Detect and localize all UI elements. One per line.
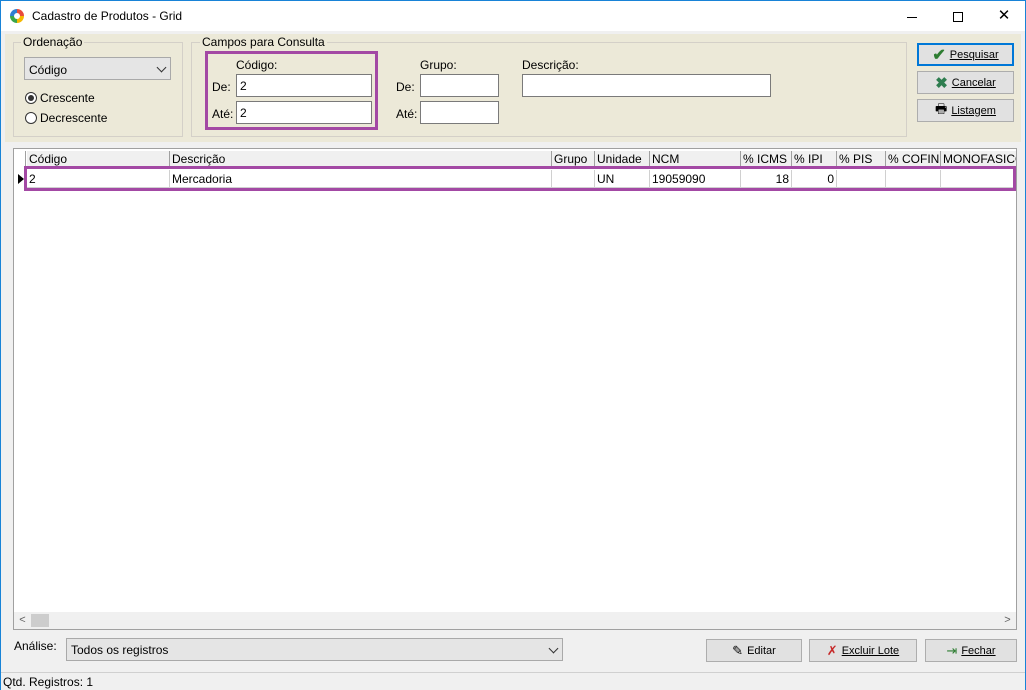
window-title: Cadastro de Produtos - Grid (32, 9, 183, 23)
main-window: Cadastro de Produtos - Grid ✕ Ordenação … (0, 0, 1026, 690)
grupo-ate-label: Até: (396, 107, 418, 121)
row-highlight (24, 166, 1016, 191)
title-bar: Cadastro de Produtos - Grid ✕ (1, 1, 1025, 31)
grupo-de-label: De: (396, 80, 415, 94)
col-header-cofins[interactable]: % COFIN (886, 151, 941, 167)
record-count: Qtd. Registros: 1 (3, 675, 94, 689)
chevron-down-icon (548, 643, 559, 654)
radio-crescente[interactable]: Crescente (25, 91, 95, 105)
col-header-codigo[interactable]: Código (27, 151, 170, 167)
analise-selected: Todos os registros (71, 643, 169, 657)
col-header-descricao[interactable]: Descrição (170, 151, 552, 167)
edit-icon: ✎ (732, 642, 744, 658)
ordenacao-select[interactable]: Código (24, 57, 171, 80)
listagem-button[interactable]: 🖶 Listagem (917, 99, 1014, 122)
status-bar: Qtd. Registros: 1 (1, 672, 1025, 690)
analise-label: Análise: (14, 639, 57, 653)
ordenacao-title: Ordenação (21, 35, 85, 49)
scroll-left-icon[interactable]: < (14, 613, 31, 628)
col-header-ncm[interactable]: NCM (650, 151, 741, 167)
grupo-de-input[interactable] (420, 74, 499, 97)
excluir-lote-button[interactable]: ✗ Excluir Lote (809, 639, 917, 662)
consulta-title: Campos para Consulta (200, 35, 327, 49)
excluir-lote-label: Excluir Lote (841, 644, 900, 657)
descricao-input[interactable] (522, 74, 771, 97)
close-icon: ✕ (997, 7, 1011, 24)
col-header-unidade[interactable]: Unidade (595, 151, 650, 167)
col-header-grupo[interactable]: Grupo (552, 151, 595, 167)
app-icon (10, 9, 24, 23)
ordenacao-selected: Código (29, 63, 68, 77)
pesquisar-button[interactable]: ✔ Pesquisar (917, 43, 1014, 66)
cancelar-button[interactable]: ✖ Cancelar (917, 71, 1014, 94)
fechar-button[interactable]: ⇥ Fechar (925, 639, 1017, 662)
radio-unselected-icon (25, 112, 37, 124)
checkmark-icon: ✔ (932, 46, 946, 64)
horizontal-scrollbar[interactable]: < > (14, 612, 1016, 629)
minimize-button[interactable] (889, 1, 935, 31)
analise-select[interactable]: Todos os registros (66, 638, 563, 661)
pesquisar-label: Pesquisar (949, 48, 999, 61)
col-header-ipi[interactable]: % IPI (792, 151, 837, 167)
scroll-right-icon[interactable]: > (999, 613, 1016, 628)
exit-door-icon: ⇥ (946, 642, 958, 658)
grupo-ate-input[interactable] (420, 101, 499, 124)
printer-icon: 🖶 (935, 100, 948, 116)
close-button[interactable]: ✕ (981, 1, 1026, 31)
radio-crescente-label: Crescente (40, 91, 95, 105)
radio-selected-icon (25, 92, 37, 104)
maximize-button[interactable] (935, 1, 981, 31)
cancel-x-icon: ✖ (935, 74, 948, 92)
col-header-pis[interactable]: % PIS (837, 151, 886, 167)
products-grid[interactable]: Código Descrição Grupo Unidade NCM % ICM… (13, 148, 1017, 630)
scroll-thumb[interactable] (31, 614, 49, 627)
cancelar-label: Cancelar (951, 76, 996, 89)
fechar-label: Fechar (961, 644, 996, 657)
grid-header: Código Descrição Grupo Unidade NCM % ICM… (27, 151, 1016, 167)
delete-batch-icon: ✗ (826, 642, 838, 658)
grupo-label: Grupo: (420, 58, 457, 72)
minimize-icon (907, 16, 917, 18)
maximize-icon (953, 12, 963, 23)
codigo-highlight (205, 51, 378, 130)
editar-button[interactable]: ✎ Editar (706, 639, 802, 662)
radio-decrescente[interactable]: Decrescente (25, 111, 107, 125)
col-header-monofasico[interactable]: MONOFASICO (941, 151, 1016, 167)
editar-label: Editar (747, 644, 776, 657)
chevron-down-icon (156, 62, 167, 73)
col-header-icms[interactable]: % ICMS (741, 151, 792, 167)
listagem-label: Listagem (951, 104, 996, 117)
descricao-label: Descrição: (522, 58, 579, 72)
radio-decrescente-label: Decrescente (40, 111, 108, 125)
